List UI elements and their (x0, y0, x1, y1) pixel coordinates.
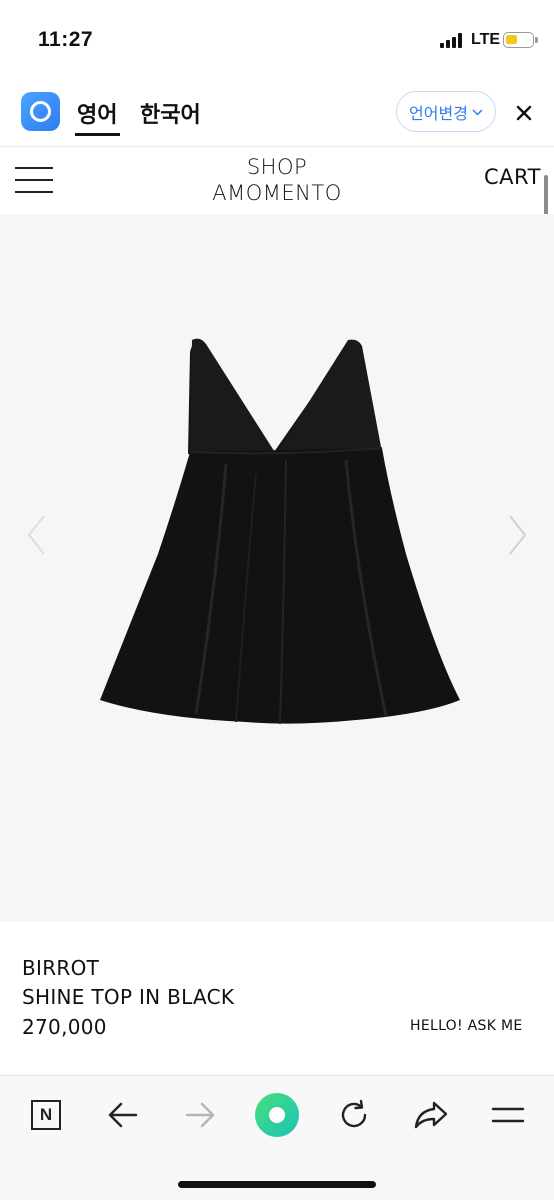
status-bar: 11:27 LTE (0, 0, 554, 80)
product-info: BIRROT SHINE TOP IN BLACK 270,000 HELLO!… (0, 922, 554, 1074)
naver-letter: N (31, 1100, 61, 1130)
active-tab-indicator (75, 133, 120, 136)
logo-line-1: SHOP (246, 155, 308, 179)
translate-bar: 영어 한국어 언어변경 (0, 80, 554, 147)
status-time: 11:27 (38, 28, 94, 51)
forward-arrow-icon[interactable] (178, 1093, 222, 1137)
cellular-signal-icon (440, 33, 464, 48)
cart-link[interactable]: CART (484, 165, 541, 189)
tab-korean[interactable]: 한국어 (140, 97, 201, 129)
product-brand: BIRROT (22, 956, 100, 980)
hamburger-menu-icon[interactable] (15, 167, 53, 194)
naver-home-icon[interactable]: N (24, 1093, 68, 1137)
battery-level (506, 35, 517, 44)
back-arrow-icon[interactable] (101, 1093, 145, 1137)
close-icon[interactable] (511, 97, 537, 127)
site-header: SHOP AMOMENTO CART (0, 148, 554, 214)
share-icon[interactable] (409, 1093, 453, 1137)
tab-english[interactable]: 영어 (77, 97, 117, 129)
chevron-down-icon (472, 105, 483, 119)
ask-me-link[interactable]: HELLO! ASK ME (410, 1018, 522, 1034)
battery-icon (503, 32, 538, 48)
home-indicator[interactable] (178, 1181, 376, 1188)
browser-toolbar: N (0, 1075, 554, 1200)
black-pinafore-top-image (96, 334, 462, 729)
logo-line-2: AMOMENTO (212, 181, 342, 205)
product-price: 270,000 (22, 1015, 107, 1039)
shop-logo[interactable]: SHOP AMOMENTO (200, 154, 354, 206)
previous-image-arrow-icon[interactable] (24, 512, 50, 558)
product-name: SHINE TOP IN BLACK (22, 985, 235, 1009)
next-image-arrow-icon[interactable] (504, 512, 530, 558)
menu-icon[interactable] (486, 1093, 530, 1137)
reload-icon[interactable] (332, 1093, 376, 1137)
network-type-label: LTE (471, 31, 501, 48)
translate-app-logo-icon (21, 92, 60, 131)
change-language-button[interactable]: 언어변경 (396, 91, 496, 132)
product-gallery (0, 214, 554, 922)
green-home-dot-icon[interactable] (255, 1093, 299, 1137)
change-language-label: 언어변경 (409, 105, 468, 123)
